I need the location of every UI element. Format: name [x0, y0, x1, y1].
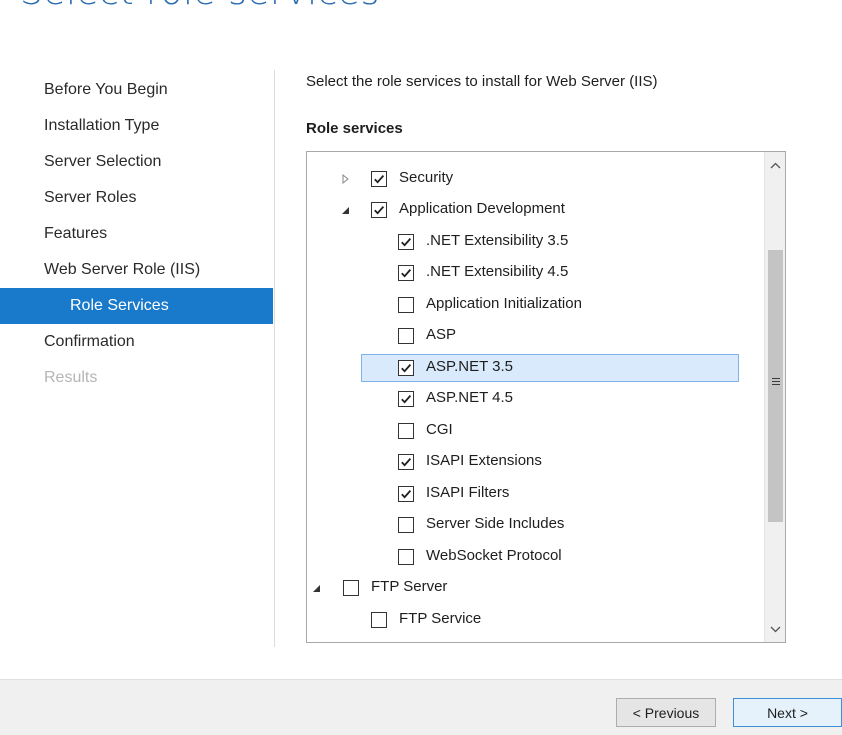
tree-item-label: Server Side Includes — [426, 515, 565, 532]
checkbox-checked[interactable] — [398, 234, 414, 250]
checkbox-checked[interactable] — [398, 486, 414, 502]
page-title: Select role services — [20, 0, 380, 13]
checkbox-unchecked[interactable] — [398, 328, 414, 344]
previous-button[interactable]: < Previous — [616, 698, 716, 727]
checkbox-checked[interactable] — [398, 391, 414, 407]
tree-item-ftp-service[interactable]: FTP Service — [307, 605, 765, 636]
expanded-arrow-icon[interactable] — [310, 582, 322, 594]
nav-item-role-services[interactable]: Role Services — [0, 288, 273, 324]
nav-item-web-server-role[interactable]: Web Server Role (IIS) — [0, 252, 273, 288]
nav-item-before-you-begin[interactable]: Before You Begin — [0, 72, 273, 108]
checkbox-unchecked[interactable] — [371, 612, 387, 628]
scroll-up-icon[interactable] — [767, 156, 784, 174]
tree-item-label: FTP Service — [399, 610, 482, 627]
checkbox-unchecked[interactable] — [398, 297, 414, 313]
checkbox-checked[interactable] — [398, 454, 414, 470]
checkbox-unchecked[interactable] — [398, 517, 414, 533]
tree-item-label: ASP — [426, 326, 457, 343]
scroll-down-icon[interactable] — [767, 620, 784, 638]
nav-item-server-selection[interactable]: Server Selection — [0, 144, 273, 180]
tree-item-label: .NET Extensibility 4.5 — [426, 263, 569, 280]
selection-highlight — [361, 354, 739, 382]
tree-item-isapi-filters[interactable]: ISAPI Filters — [307, 479, 765, 510]
role-services-intro: Select the role services to install for … — [306, 73, 658, 90]
checkbox-checked[interactable] — [398, 360, 414, 376]
tree-item-asp[interactable]: ASP — [307, 321, 765, 352]
tree-item-cgi[interactable]: CGI — [307, 416, 765, 447]
tree-item-aspnet-45[interactable]: ASP.NET 4.5 — [307, 384, 765, 415]
nav-item-confirmation[interactable]: Confirmation — [0, 324, 273, 360]
tree-item-label: WebSocket Protocol — [426, 547, 562, 564]
tree-item-application-development[interactable]: Application Development — [307, 195, 765, 226]
tree-item-label: ISAPI Filters — [426, 484, 510, 501]
role-services-heading: Role services — [306, 120, 403, 137]
checkmark-icon — [374, 175, 385, 184]
expanded-arrow-icon[interactable] — [339, 204, 351, 216]
tree-item-websocket-protocol[interactable]: WebSocket Protocol — [307, 542, 765, 573]
nav-item-features[interactable]: Features — [0, 216, 273, 252]
tree-item-isapi-extensions[interactable]: ISAPI Extensions — [307, 447, 765, 478]
tree-item-application-initialization[interactable]: Application Initialization — [307, 290, 765, 321]
tree-item-server-side-includes[interactable]: Server Side Includes — [307, 510, 765, 541]
tree-item-ftp-server[interactable]: FTP Server — [307, 573, 765, 604]
checkbox-unchecked[interactable] — [343, 580, 359, 596]
checkmark-icon — [401, 364, 412, 373]
tree-item-label: Security — [399, 169, 454, 186]
collapsed-arrow-icon[interactable] — [339, 173, 351, 185]
checkmark-icon — [401, 490, 412, 499]
checkmark-icon — [374, 206, 385, 215]
checkbox-checked[interactable] — [371, 202, 387, 218]
checkbox-unchecked[interactable] — [398, 423, 414, 439]
checkmark-icon — [401, 238, 412, 247]
checkmark-icon — [401, 269, 412, 278]
role-services-tree[interactable]: Security Application Development .NET Exte… — [306, 151, 786, 643]
tree-item-label: FTP Server — [371, 578, 448, 595]
grip-icon — [772, 378, 780, 387]
nav-divider — [274, 70, 275, 647]
wizard-nav: Before You Begin Installation Type Serve… — [0, 72, 273, 396]
tree-item-net-extensibility-45[interactable]: .NET Extensibility 4.5 — [307, 258, 765, 289]
tree-item-label: .NET Extensibility 3.5 — [426, 232, 569, 249]
tree-item-label: ISAPI Extensions — [426, 452, 542, 469]
next-button[interactable]: Next > — [733, 698, 842, 727]
tree-item-label: Application Development — [399, 200, 565, 217]
tree-item-label: Application Initialization — [426, 295, 582, 312]
tree-item-net-extensibility-35[interactable]: .NET Extensibility 3.5 — [307, 227, 765, 258]
nav-item-results: Results — [44, 369, 98, 386]
scrollbar-thumb[interactable] — [768, 250, 783, 522]
checkmark-icon — [401, 458, 412, 467]
tree-item-security[interactable]: Security — [307, 164, 765, 195]
wizard-footer: < Previous Next > — [0, 679, 842, 735]
tree-item-label: ASP.NET 3.5 — [426, 358, 513, 375]
checkbox-checked[interactable] — [371, 171, 387, 187]
tree-item-label: CGI — [426, 421, 453, 438]
checkbox-checked[interactable] — [398, 265, 414, 281]
checkbox-unchecked[interactable] — [398, 549, 414, 565]
nav-item-installation-type[interactable]: Installation Type — [0, 108, 273, 144]
checkmark-icon — [401, 395, 412, 404]
tree-item-label: ASP.NET 4.5 — [426, 389, 513, 406]
vertical-scrollbar[interactable] — [764, 152, 785, 642]
nav-item-server-roles[interactable]: Server Roles — [0, 180, 273, 216]
tree-item-aspnet-35[interactable]: ASP.NET 3.5 — [307, 353, 765, 384]
